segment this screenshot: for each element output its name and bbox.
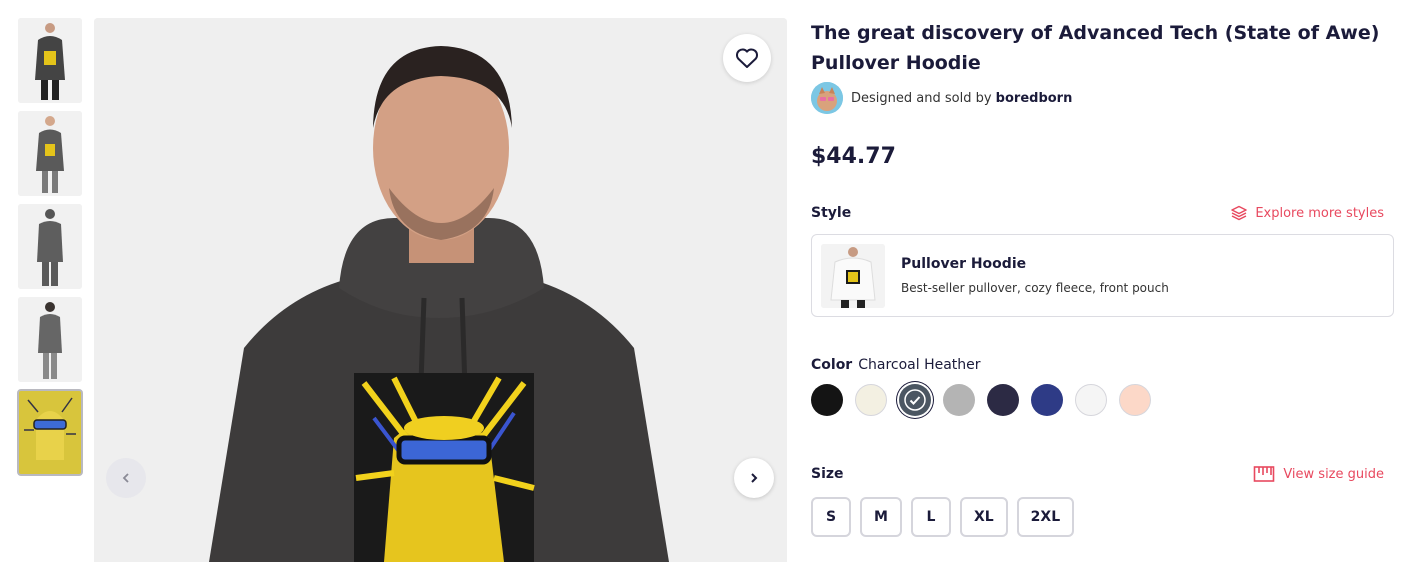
color-swatch[interactable] — [899, 384, 931, 416]
product-title: The great discovery of Advanced Tech (St… — [811, 22, 1380, 74]
style-card-text: Pullover Hoodie Best-seller pullover, co… — [901, 256, 1169, 295]
seller-link[interactable]: boredborn — [996, 91, 1073, 106]
explore-styles-label: Explore more styles — [1255, 205, 1384, 221]
thumbnail-artwork[interactable] — [17, 389, 83, 476]
heart-icon — [735, 48, 759, 68]
style-card[interactable]: Pullover Hoodie Best-seller pullover, co… — [811, 234, 1394, 317]
price: $44.77 — [811, 144, 896, 169]
selected-color: Charcoal Heather — [858, 357, 981, 373]
style-thumbnail — [821, 243, 885, 308]
thumbnail-model-back-female[interactable] — [18, 297, 82, 382]
size-label: Size — [811, 466, 844, 482]
chevron-left-icon — [122, 473, 129, 483]
color-swatch[interactable] — [1119, 384, 1151, 416]
seller-info: Designed and sold by boredborn — [811, 82, 1396, 114]
thumbnail-model-back[interactable] — [18, 204, 82, 289]
next-image-button[interactable] — [734, 458, 774, 498]
size-option-2xl[interactable]: 2XL — [1016, 497, 1075, 537]
favorite-button[interactable] — [723, 34, 771, 82]
style-label: Style — [811, 205, 852, 221]
color-label: Color — [811, 357, 853, 373]
thumbnail-model-front[interactable] — [18, 18, 82, 103]
color-header: Color Charcoal Heather — [811, 355, 1396, 375]
size-header: Size View size guide — [811, 462, 1396, 486]
size-options: S M L XL 2XL — [811, 497, 1396, 537]
color-swatch[interactable] — [1031, 384, 1063, 416]
check-icon — [904, 389, 926, 411]
chevron-right-icon — [751, 473, 758, 483]
product-image — [94, 18, 787, 562]
size-guide-link[interactable]: View size guide — [1253, 465, 1384, 483]
thumbnail-list — [17, 18, 83, 483]
color-swatch[interactable] — [943, 384, 975, 416]
seller-prefix: Designed and sold by — [851, 90, 992, 106]
model-photo — [94, 18, 787, 562]
product-page: The great discovery of Advanced Tech (St… — [0, 0, 1418, 562]
style-name: Pullover Hoodie — [901, 256, 1027, 272]
size-option-xl[interactable]: XL — [959, 497, 1008, 537]
color-swatch[interactable] — [987, 384, 1019, 416]
size-option-l[interactable]: L — [910, 497, 951, 537]
size-guide-label: View size guide — [1283, 466, 1384, 482]
thumbnail-model-front-female[interactable] — [18, 111, 82, 196]
style-description: Best-seller pullover, cozy fleece, front… — [901, 281, 1169, 295]
size-option-m[interactable]: M — [860, 497, 902, 537]
size-option-s[interactable]: S — [811, 497, 851, 537]
color-swatch[interactable] — [1075, 384, 1107, 416]
style-header: Style Explore more styles — [811, 201, 1396, 225]
previous-image-button[interactable] — [106, 458, 146, 498]
color-swatches — [811, 384, 1396, 416]
explore-styles-link[interactable]: Explore more styles — [1231, 205, 1384, 221]
product-details: The great discovery of Advanced Tech (St… — [811, 18, 1396, 537]
seller-avatar[interactable] — [811, 82, 843, 114]
layers-icon — [1231, 205, 1248, 221]
ruler-icon — [1254, 466, 1275, 482]
seller-text: Designed and sold by boredborn — [851, 91, 1072, 106]
color-swatch[interactable] — [811, 384, 843, 416]
color-swatch[interactable] — [855, 384, 887, 416]
